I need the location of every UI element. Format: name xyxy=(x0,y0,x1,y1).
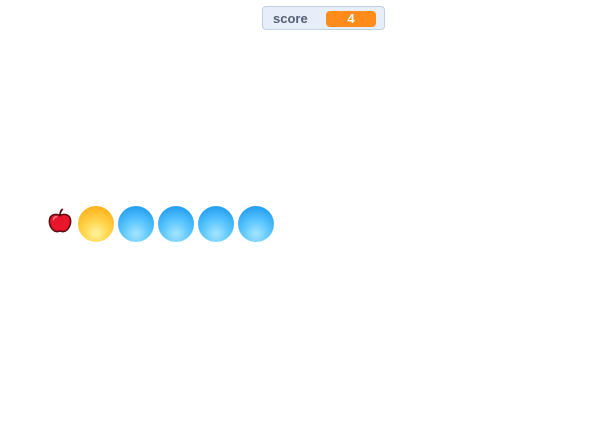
score-value: 4 xyxy=(326,11,376,27)
snake-head xyxy=(78,206,114,242)
score-label: score xyxy=(273,11,308,26)
game-stage[interactable]: score 4 xyxy=(0,0,591,438)
snake-body-segment xyxy=(118,206,154,242)
snake-body-segment xyxy=(158,206,194,242)
snake-body-segment xyxy=(238,206,274,242)
apple-icon xyxy=(48,208,72,233)
snake-body-segment xyxy=(198,206,234,242)
score-monitor: score 4 xyxy=(262,6,385,30)
